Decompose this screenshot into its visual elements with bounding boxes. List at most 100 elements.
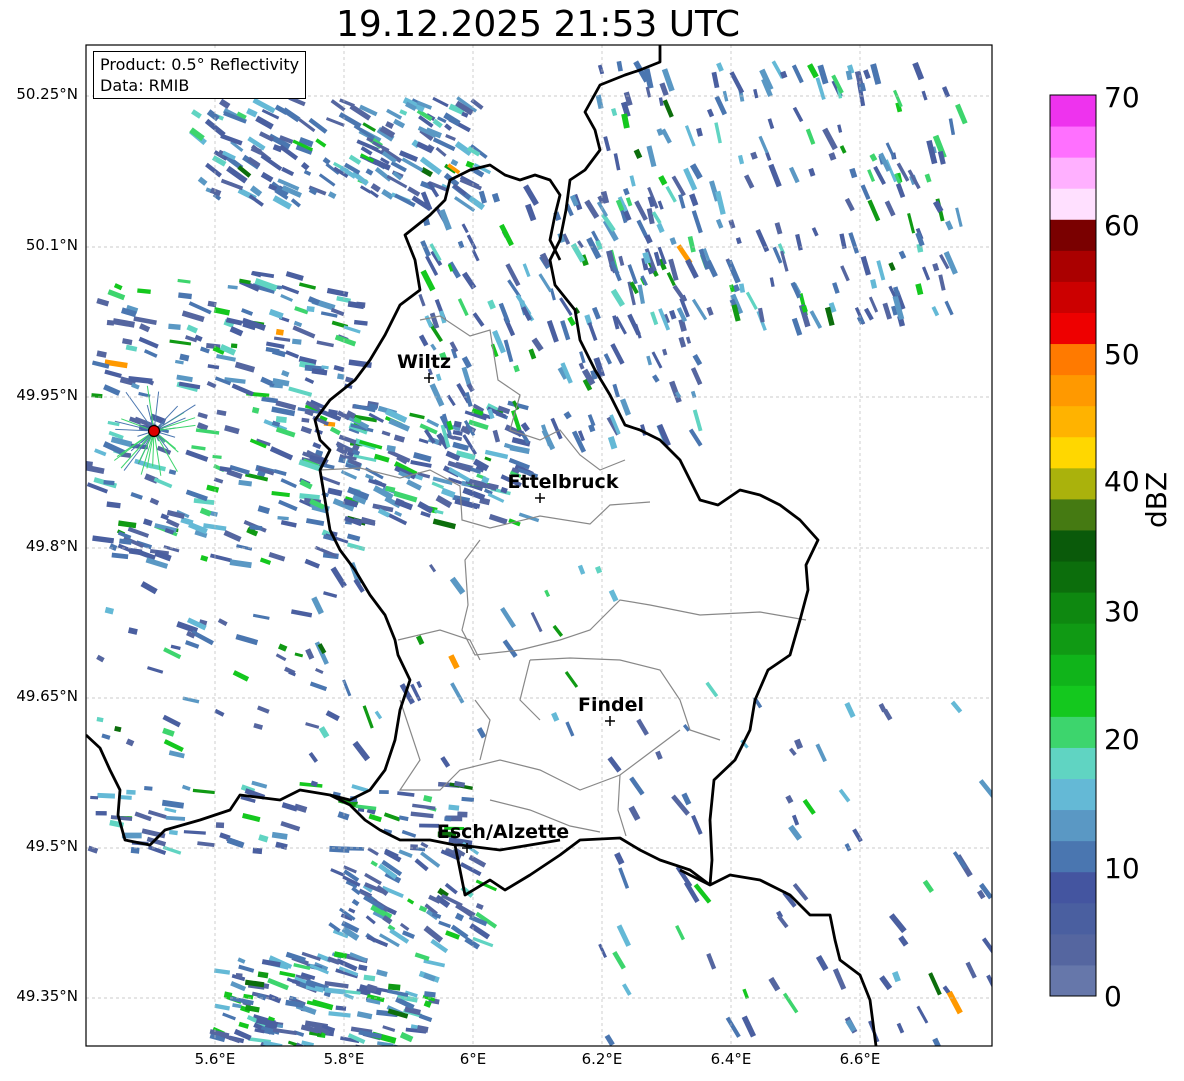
radar-site-marker: [147, 424, 161, 438]
echo-cell: [944, 300, 954, 316]
echo-cell: [832, 968, 847, 991]
echo-cell: [688, 428, 703, 447]
echo-cell: [285, 271, 304, 281]
echo-cell: [955, 207, 963, 227]
echo-cell: [406, 898, 415, 905]
echo-cell: [277, 643, 288, 652]
colorbar-label: dBZ: [1140, 471, 1173, 528]
echo-cell: [294, 306, 309, 315]
echo-cell: [889, 913, 907, 934]
echo-cell: [415, 635, 425, 646]
echo-cell: [657, 200, 664, 210]
echo-cell: [420, 841, 429, 849]
echo-cell: [744, 174, 755, 189]
echo-cell: [577, 564, 586, 575]
svg-text:Ettelbruck: Ettelbruck: [508, 471, 619, 493]
echo-cell: [182, 696, 200, 704]
echo-cell: [133, 316, 157, 326]
echo-cell: [291, 338, 302, 345]
echo-cell: [197, 841, 215, 847]
colorbar-segment: [1050, 871, 1096, 904]
echo-cell: [107, 289, 126, 301]
echo-cell: [362, 705, 374, 729]
echo-cell: [106, 319, 115, 326]
echo-cell: [87, 845, 99, 854]
echo-cell: [137, 288, 151, 295]
echo-cell: [213, 968, 231, 975]
echo-cell: [435, 373, 442, 382]
echo-cell: [500, 606, 517, 629]
echo-cell: [414, 952, 430, 962]
city-ettelbruck: Ettelbruck: [508, 471, 619, 503]
echo-cell: [629, 175, 636, 187]
y-tick-label: 50.25°N: [16, 85, 78, 103]
echo-cell: [95, 811, 107, 816]
echo-cell: [898, 250, 907, 260]
echo-cell: [271, 491, 290, 498]
echo-cell: [550, 417, 563, 440]
echo-cell: [745, 291, 758, 310]
colorbar-tick: 10: [1104, 852, 1140, 885]
echo-cell: [207, 364, 220, 370]
echo-cell: [563, 411, 572, 420]
echo-cell: [646, 207, 655, 225]
echo-cell: [138, 323, 151, 333]
echo-cell: [121, 338, 133, 346]
echo-cell: [130, 492, 143, 500]
echo-cell: [238, 1021, 250, 1029]
echo-cell: [608, 589, 619, 602]
echo-cell: [625, 197, 633, 207]
echo-cell: [595, 94, 604, 110]
echo-cell: [448, 804, 460, 811]
echo-cell: [280, 820, 301, 832]
echo-cell: [356, 1011, 373, 1020]
colorbar-segment: [1050, 188, 1096, 220]
city-wiltz: Wiltz: [397, 351, 451, 383]
echo-cell: [658, 97, 664, 107]
echo-cell: [414, 858, 429, 872]
echo-cell: [300, 162, 310, 171]
echo-cell: [253, 722, 263, 730]
echo-cell: [741, 1015, 757, 1038]
echo-cell: [678, 194, 686, 209]
echo-cell: [197, 412, 208, 420]
echo-cell: [138, 336, 159, 349]
echo-cell: [376, 969, 388, 978]
echo-cell: [468, 854, 487, 868]
echo-cell: [461, 796, 475, 802]
product-label: Product: 0.5° Reflectivity: [100, 55, 300, 74]
echo-cell: [696, 127, 703, 137]
echo-cell: [646, 145, 657, 168]
echo-cell: [454, 912, 465, 922]
echo-cell: [323, 591, 338, 598]
echo-cell: [742, 988, 750, 1000]
y-tick-label: 49.95°N: [16, 386, 78, 404]
echo-cell: [353, 319, 368, 326]
echo-cell: [863, 307, 874, 321]
echo-cell: [387, 983, 401, 991]
colorbar-tick: 60: [1104, 209, 1140, 242]
echo-cell: [735, 237, 742, 245]
echo-cell: [706, 306, 714, 316]
echo-cell: [267, 993, 282, 1004]
echo-cell: [687, 235, 696, 253]
echo-cell: [915, 283, 924, 296]
echo-cell: [805, 128, 816, 145]
echo-cell: [104, 369, 122, 379]
echo-cell: [325, 117, 345, 127]
echo-cell: [769, 277, 775, 288]
echo-cell: [335, 1005, 347, 1011]
echo-cell: [946, 990, 963, 1015]
echo-cell: [353, 454, 377, 463]
echo-cell: [627, 264, 638, 285]
echo-cell: [828, 152, 837, 161]
echo-cell: [195, 428, 220, 435]
echo-cell: [326, 287, 349, 298]
echo-cell: [409, 412, 425, 420]
echo-cell: [418, 438, 429, 444]
echo-cell: [374, 710, 383, 720]
echo-cell: [870, 279, 878, 289]
echo-cell: [381, 430, 391, 437]
echo-cell: [921, 266, 931, 281]
echo-cell: [896, 1022, 905, 1034]
